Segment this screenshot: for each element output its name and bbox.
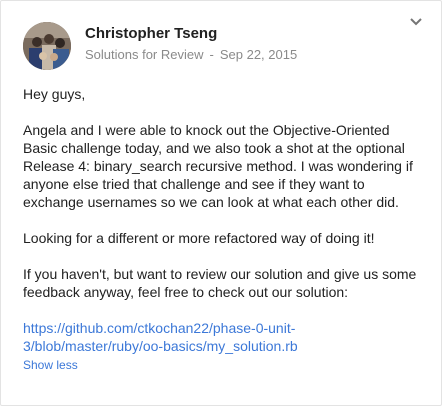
show-less-link[interactable]: Show less xyxy=(23,358,78,372)
chevron-down-icon[interactable] xyxy=(407,15,425,29)
author-name[interactable]: Christopher Tseng xyxy=(85,25,217,42)
post-meta: Solutions for Review - Sep 22, 2015 xyxy=(85,47,297,62)
solution-link[interactable]: https://github.com/ctkochan22/phase-0-un… xyxy=(23,319,303,355)
paragraph-2: Looking for a different or more refactor… xyxy=(23,230,375,246)
avatar[interactable] xyxy=(23,22,71,70)
post-body: Hey guys, Angela and I were able to knoc… xyxy=(23,85,427,355)
post-card: Christopher Tseng Solutions for Review - S… xyxy=(0,0,442,406)
paragraph-3: If you haven't, but want to review our s… xyxy=(23,266,417,300)
category-link[interactable]: Solutions for Review xyxy=(85,47,204,62)
meta-separator: - xyxy=(209,47,214,62)
group-photo-icon xyxy=(23,22,71,70)
paragraph-1: Angela and I were able to knock out the … xyxy=(23,122,413,210)
greeting-text: Hey guys, xyxy=(23,86,86,102)
post-date[interactable]: Sep 22, 2015 xyxy=(220,47,297,62)
